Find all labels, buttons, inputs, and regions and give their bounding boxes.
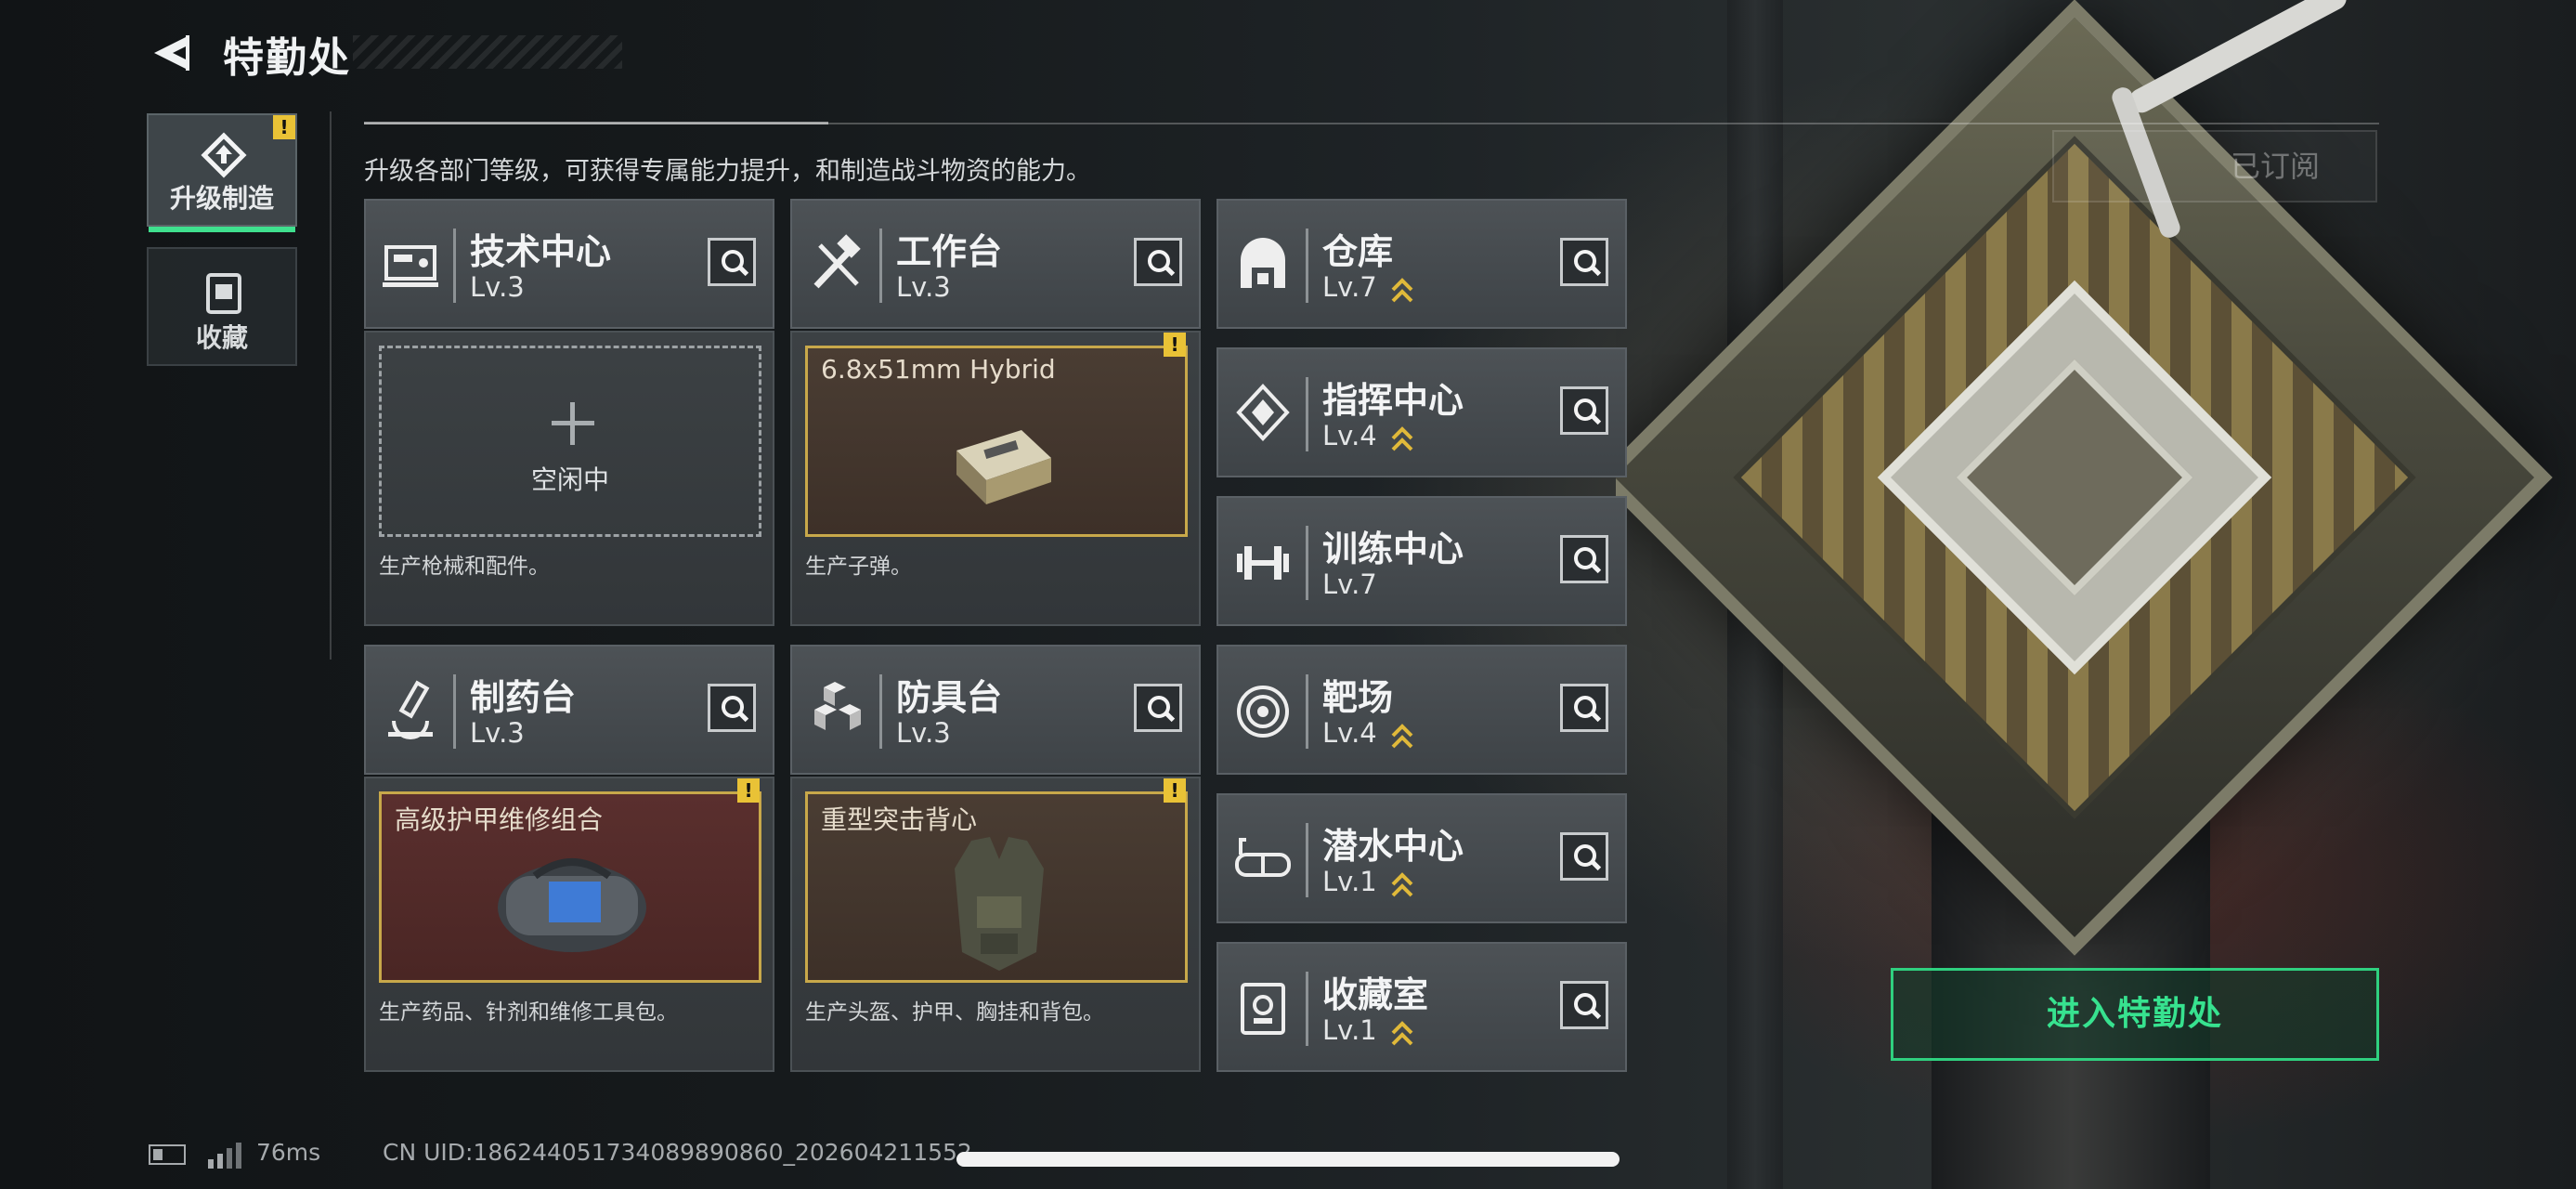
warehouse-icon xyxy=(1241,238,1285,288)
department-name: 仓库 xyxy=(1322,231,1394,272)
department-level: Lv.3 xyxy=(896,271,951,303)
page-title: 特勤处 xyxy=(223,34,351,82)
pharmacy-icon xyxy=(388,680,433,739)
alert-badge: ! xyxy=(737,778,760,803)
department-card-tech-center[interactable]: 技术中心 Lv.3 xyxy=(364,199,774,329)
user-uid: CN UID:18624405173408989086​0_2026042115… xyxy=(383,1139,972,1166)
alert-badge: ! xyxy=(273,115,295,139)
signal-icon xyxy=(208,1143,241,1169)
department-level: Lv.3 xyxy=(470,271,525,303)
department-card-collection-room[interactable]: 收藏室 Lv.1 xyxy=(1216,942,1627,1072)
department-level: Lv.7 xyxy=(1322,271,1377,303)
produced-item-name: 6.8x51mm Hybrid xyxy=(821,354,1056,385)
production-panel-tech-center: 空闲中 生产枪械和配件。 xyxy=(364,331,774,626)
department-name: 制药台 xyxy=(470,677,577,718)
department-name: 收藏室 xyxy=(1322,974,1429,1015)
upgrade-available-icon xyxy=(1391,278,1413,303)
training-center-icon xyxy=(1237,546,1289,580)
upgrade-available-icon xyxy=(1391,1021,1413,1046)
upgrade-available-icon xyxy=(1391,724,1413,749)
back-arrow-icon[interactable] xyxy=(149,30,195,76)
production-slot-active[interactable]: 重型突击背心 xyxy=(805,791,1188,983)
shooting-range-icon xyxy=(1237,686,1289,738)
search-icon[interactable] xyxy=(1560,238,1608,286)
search-icon[interactable] xyxy=(1134,684,1182,732)
produced-item-name: 高级护甲维修组合 xyxy=(395,804,604,835)
collection-room-icon xyxy=(1241,983,1285,1035)
search-icon[interactable] xyxy=(1134,238,1182,286)
sidebar-item-label: 升级制造 xyxy=(169,183,274,214)
department-level: Lv.4 xyxy=(1322,420,1377,451)
production-slot-active[interactable]: 6.8x51mm Hybrid xyxy=(805,346,1188,537)
tech-center-icon xyxy=(383,245,438,287)
collection-icon xyxy=(206,273,241,314)
divider-highlight xyxy=(364,122,828,124)
battery-icon xyxy=(149,1144,186,1165)
sidebar-item-label: 收藏 xyxy=(195,322,248,353)
alert-badge: ! xyxy=(1164,333,1186,357)
title-decoration xyxy=(353,35,622,69)
production-slot-active[interactable]: 高级护甲维修组合 xyxy=(379,791,761,983)
command-center-icon xyxy=(1236,384,1290,441)
vertical-divider xyxy=(330,111,332,660)
department-name: 防具台 xyxy=(896,677,1003,718)
diving-center-icon xyxy=(1235,838,1291,877)
search-icon[interactable] xyxy=(1560,981,1608,1029)
production-description: 生产药品、针剂和维修工具包。 xyxy=(379,1000,678,1025)
upgrade-available-icon xyxy=(1391,426,1413,451)
department-card-armor-bench[interactable]: 防具台 Lv.3 xyxy=(790,645,1201,775)
production-description: 生产子弹。 xyxy=(805,555,912,579)
workbench-icon xyxy=(813,234,861,289)
department-name: 工作台 xyxy=(896,231,1003,272)
department-level: Lv.7 xyxy=(1322,568,1377,600)
department-level: Lv.1 xyxy=(1322,866,1377,897)
slot-status: 空闲中 xyxy=(530,464,609,495)
search-icon[interactable] xyxy=(708,684,756,732)
department-name: 靶场 xyxy=(1322,677,1394,718)
department-name: 潜水中心 xyxy=(1322,826,1464,867)
department-level: Lv.3 xyxy=(896,717,951,749)
department-name: 技术中心 xyxy=(470,231,612,272)
upgrade-icon xyxy=(201,132,247,178)
department-card-workbench[interactable]: 工作台 Lv.3 xyxy=(790,199,1201,329)
search-icon[interactable] xyxy=(1560,535,1608,583)
ping-readout: 76ms xyxy=(256,1139,321,1166)
production-description: 生产头盔、护甲、胸挂和背包。 xyxy=(805,1000,1104,1025)
department-name: 训练中心 xyxy=(1322,529,1464,569)
upgrade-available-icon xyxy=(1391,872,1413,897)
production-panel-pharmacy: 高级护甲维修组合 ! 生产药品、针剂和维修工具包。 xyxy=(364,777,774,1072)
department-card-warehouse[interactable]: 仓库 Lv.7 xyxy=(1216,199,1627,329)
enter-button[interactable]: 进入特勤处 xyxy=(1891,968,2379,1061)
search-icon[interactable] xyxy=(1560,832,1608,881)
alert-badge: ! xyxy=(1164,778,1186,803)
active-indicator xyxy=(149,227,295,232)
sidebar-item-upgrade[interactable]: 升级制造 ! xyxy=(147,113,297,232)
department-level: Lv.1 xyxy=(1322,1014,1377,1046)
production-panel-armor-bench: 重型突击背心 ! 生产头盔、护甲、胸挂和背包。 xyxy=(790,777,1201,1072)
department-name: 指挥中心 xyxy=(1322,380,1464,421)
department-card-command-center[interactable]: 指挥中心 Lv.4 xyxy=(1216,347,1627,477)
department-card-shooting-range[interactable]: 靶场 Lv.4 xyxy=(1216,645,1627,775)
department-card-training-center[interactable]: 训练中心 Lv.7 xyxy=(1216,496,1627,626)
search-icon[interactable] xyxy=(708,238,756,286)
page-subtitle: 升级各部门等级，可获得专属能力提升，和制造战斗物资的能力。 xyxy=(364,157,1091,186)
department-card-diving-center[interactable]: 潜水中心 Lv.1 xyxy=(1216,793,1627,923)
production-description: 生产枪械和配件。 xyxy=(379,555,550,579)
department-card-pharmacy[interactable]: 制药台 Lv.3 xyxy=(364,645,774,775)
home-indicator[interactable] xyxy=(956,1152,1620,1167)
ammo-box-icon xyxy=(956,430,1051,504)
plus-icon xyxy=(552,402,594,445)
subscribed-button[interactable]: 已订阅 xyxy=(2052,130,2377,203)
robot-arm xyxy=(2126,0,2350,117)
search-icon[interactable] xyxy=(1560,386,1608,435)
department-level: Lv.4 xyxy=(1322,717,1377,749)
department-level: Lv.3 xyxy=(470,717,525,749)
search-icon[interactable] xyxy=(1560,684,1608,732)
armor-bench-icon xyxy=(814,682,861,730)
production-slot-empty[interactable]: 空闲中 xyxy=(379,346,761,537)
assault-vest-icon xyxy=(955,837,1044,971)
production-panel-workbench: 6.8x51mm Hybrid ! 生产子弹。 xyxy=(790,331,1201,626)
repair-kit-bag-icon xyxy=(498,858,646,952)
sidebar-item-collection[interactable]: 收藏 xyxy=(147,247,297,366)
